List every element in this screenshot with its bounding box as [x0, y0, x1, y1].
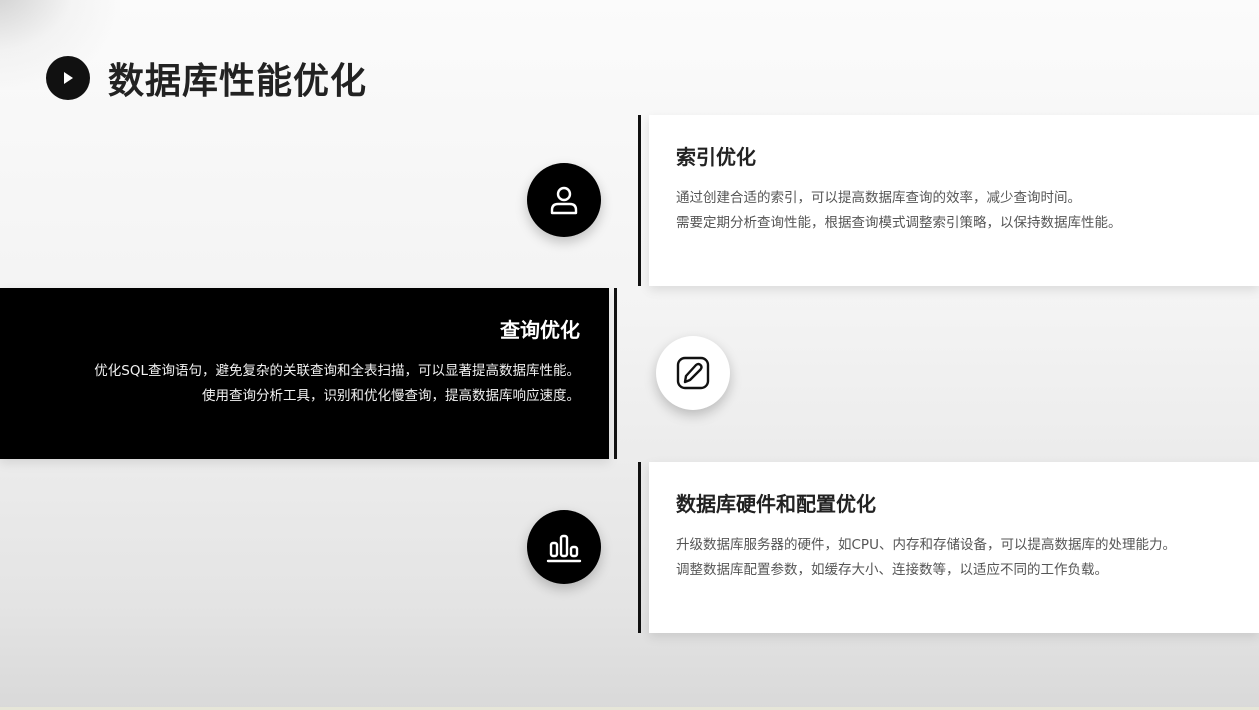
play-icon [46, 56, 90, 100]
section-line: 通过创建合适的索引，可以提高数据库查询的效率，减少查询时间。 [676, 190, 1081, 206]
section-line: 升级数据库服务器的硬件，如CPU、内存和存储设备，可以提高数据库的处理能力。 [676, 537, 1176, 553]
title-row: 数据库性能优化 [46, 52, 367, 104]
section-line: 使用查询分析工具，识别和优化慢查询，提高数据库响应速度。 [202, 388, 580, 404]
bar-chart-icon [527, 510, 601, 584]
section-line: 调整数据库配置参数，如缓存大小、连接数等，以适应不同的工作负载。 [676, 562, 1108, 578]
section-card-hardware: 数据库硬件和配置优化 升级数据库服务器的硬件，如CPU、内存和存储设备，可以提高… [649, 462, 1259, 633]
section-heading: 数据库硬件和配置优化 [676, 492, 876, 516]
page-title: 数据库性能优化 [108, 61, 368, 102]
timeline-divider-2 [614, 288, 617, 459]
section-card-query: 查询优化 优化SQL查询语句，避免复杂的关联查询和全表扫描，可以显著提高数据库性… [0, 288, 609, 459]
section-line: 需要定期分析查询性能，根据查询模式调整索引策略，以保持数据库性能。 [676, 215, 1122, 231]
section-heading: 索引优化 [676, 145, 756, 169]
section-heading: 查询优化 [500, 318, 580, 342]
edit-icon [656, 336, 730, 410]
timeline-divider-1 [638, 115, 641, 286]
timeline-divider-3 [638, 462, 641, 633]
section-line: 优化SQL查询语句，避免复杂的关联查询和全表扫描，可以显著提高数据库性能。 [94, 363, 580, 379]
user-icon [527, 163, 601, 237]
section-card-index: 索引优化 通过创建合适的索引，可以提高数据库查询的效率，减少查询时间。 需要定期… [649, 115, 1259, 286]
